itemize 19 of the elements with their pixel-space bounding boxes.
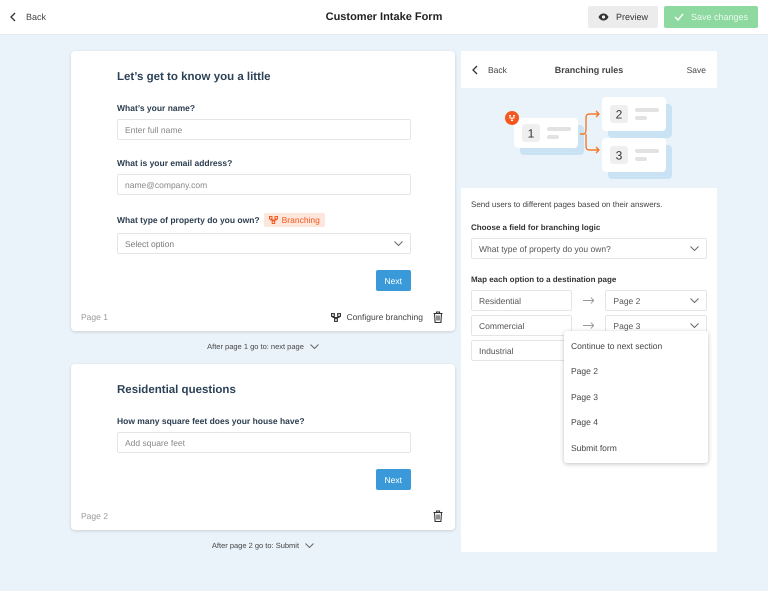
page-number: Page 1 bbox=[81, 312, 108, 322]
panel-title: Branching rules bbox=[554, 64, 624, 74]
option-field: Residential bbox=[471, 290, 572, 311]
field-label: How many square feet does your house have? bbox=[117, 416, 305, 426]
option-field: Commercial bbox=[471, 315, 572, 336]
form-title: Customer Intake Form bbox=[326, 11, 442, 23]
panel-description: Send users to different pages based on their answers. bbox=[471, 200, 664, 209]
branching-badge: Branching bbox=[264, 213, 325, 227]
field-label: Choose a field for branching logic bbox=[471, 223, 602, 232]
field-label: Map each option to a destination page bbox=[471, 275, 618, 284]
field-label: What type of property do you own? bbox=[117, 215, 260, 225]
page-title: Let’s get to know you a little bbox=[117, 71, 272, 83]
node-number: 1 bbox=[528, 126, 534, 140]
node-number: 3 bbox=[616, 148, 622, 162]
page-title: Residential questions bbox=[117, 384, 237, 396]
page-number: Page 2 bbox=[81, 511, 108, 521]
field-label: What is your email address? bbox=[117, 158, 232, 168]
field-label: What’s your name? bbox=[117, 103, 196, 113]
node-number: 2 bbox=[616, 108, 622, 122]
